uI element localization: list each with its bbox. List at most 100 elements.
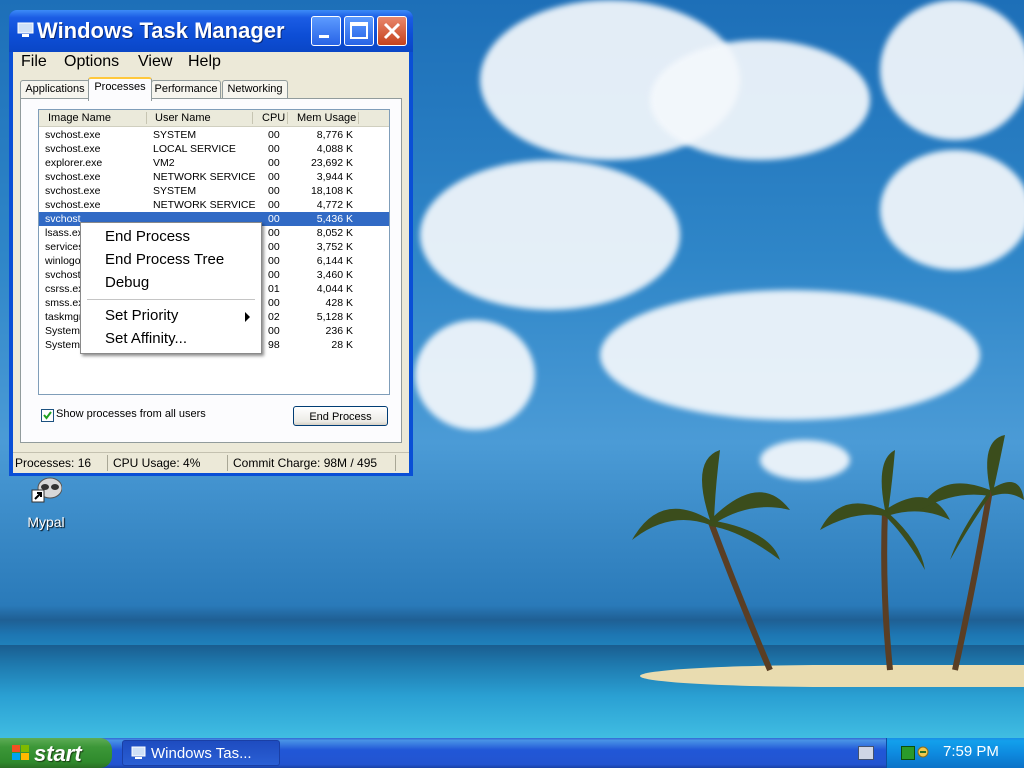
desktop-icon-mypal[interactable]: Mypal (14, 476, 78, 530)
cell-mem-usage: 4,772 K (316, 199, 353, 211)
cell-image-name: svchost.exe (45, 171, 101, 183)
column-header-mem-usage[interactable]: Mem Usage (297, 112, 356, 124)
menu-separator (87, 299, 255, 300)
cell-user-name: VM2 (153, 157, 175, 169)
cell-mem-usage: 3,944 K (316, 171, 353, 183)
windows-flag-icon (12, 745, 30, 761)
menu-bar: File Options View Help (13, 52, 409, 74)
cell-user-name: LOCAL SERVICE (153, 143, 236, 155)
maximize-icon (350, 22, 368, 39)
cell-image-name: svchost.exe (45, 143, 101, 155)
cloud (420, 160, 680, 310)
table-row[interactable]: explorer.exe VM2 00 23,692 K (39, 156, 389, 170)
cell-image-name: explorer.exe (45, 157, 103, 169)
table-row[interactable]: svchost.exe SYSTEM 00 8,776 K (39, 128, 389, 142)
checkmark-icon (43, 411, 52, 420)
start-button[interactable]: start (0, 738, 112, 768)
cell-image-name: services (45, 241, 84, 253)
tab-processes[interactable]: Processes (88, 77, 152, 101)
cell-mem-usage: 8,776 K (316, 129, 353, 141)
list-header: Image Name User Name CPU Mem Usage (39, 110, 389, 127)
maximize-button[interactable] (344, 16, 374, 46)
show-all-users-checkbox[interactable] (41, 409, 54, 422)
cell-user-name: SYSTEM (153, 185, 197, 197)
minimize-icon (319, 35, 329, 38)
context-menu: End Process End Process Tree Debug Set P… (80, 222, 262, 354)
cell-cpu: 00 (268, 255, 280, 267)
cell-cpu: 00 (268, 325, 280, 337)
cell-cpu: 98 (268, 339, 280, 351)
cell-mem-usage: 6,144 K (316, 255, 353, 267)
show-all-users-label[interactable]: Show processes from all users (56, 408, 206, 420)
cloud (600, 290, 980, 420)
cell-cpu: 00 (268, 199, 280, 211)
menu-view[interactable]: View (138, 53, 172, 71)
cell-cpu: 01 (268, 283, 280, 295)
cell-cpu: 00 (268, 227, 280, 239)
menu-options[interactable]: Options (64, 53, 119, 71)
menu-item-debug[interactable]: Debug (105, 274, 149, 291)
column-header-image-name[interactable]: Image Name (48, 112, 111, 124)
table-row[interactable]: svchost.exe LOCAL SERVICE 00 4,088 K (39, 142, 389, 156)
cell-image-name: svchost.exe (45, 129, 101, 141)
cell-cpu: 00 (268, 297, 280, 309)
end-process-button[interactable]: End Process (293, 406, 388, 426)
palm-trees (632, 435, 1024, 672)
cell-user-name: NETWORK SERVICE (153, 171, 256, 183)
close-icon (383, 22, 401, 40)
title-bar[interactable]: Windows Task Manager (9, 10, 413, 52)
menu-item-set-priority[interactable]: Set Priority (105, 307, 178, 324)
cell-image-name: smss.ex (45, 297, 84, 309)
taskbar-item-task-manager[interactable]: Windows Tas... (122, 740, 280, 766)
chevron-right-icon (245, 312, 250, 322)
cell-cpu: 00 (268, 185, 280, 197)
cell-cpu: 00 (268, 213, 280, 225)
start-label: start (34, 741, 82, 766)
tab-networking[interactable]: Networking (222, 80, 288, 99)
cell-mem-usage: 3,752 K (316, 241, 353, 253)
menu-item-end-process-tree[interactable]: End Process Tree (105, 251, 224, 268)
cell-image-name: taskmgr (45, 311, 83, 323)
network-icon[interactable] (901, 746, 915, 760)
cell-mem-usage: 23,692 K (310, 157, 353, 169)
cell-mem-usage: 8,052 K (316, 227, 353, 239)
menu-item-end-process[interactable]: End Process (105, 228, 190, 245)
clock: 7:59 PM (943, 743, 999, 760)
menu-help[interactable]: Help (188, 53, 221, 71)
close-button[interactable] (377, 16, 407, 46)
tab-performance[interactable]: Performance (151, 80, 221, 99)
desktop-icon-label: Mypal (27, 514, 65, 530)
cell-mem-usage: 236 K (325, 325, 353, 337)
menu-item-set-affinity[interactable]: Set Affinity... (105, 330, 187, 347)
table-row[interactable]: svchost.exe SYSTEM 00 18,108 K (39, 184, 389, 198)
cell-cpu: 00 (268, 143, 280, 155)
table-row[interactable]: svchost.exe NETWORK SERVICE 00 4,772 K (39, 198, 389, 212)
status-bar: Processes: 16 CPU Usage: 4% Commit Charg… (13, 452, 409, 473)
cloud (880, 150, 1024, 270)
cloud (415, 320, 535, 430)
cell-mem-usage: 4,088 K (316, 143, 353, 155)
cloud (880, 0, 1024, 140)
column-header-cpu[interactable]: CPU (262, 112, 285, 124)
keyboard-icon[interactable] (858, 746, 874, 760)
cell-user-name: SYSTEM (153, 129, 197, 141)
cell-image-name: System (45, 325, 81, 337)
raccoon-shortcut-icon (30, 476, 63, 508)
cell-cpu: 00 (268, 269, 280, 281)
cell-image-name: svchost (45, 213, 81, 225)
cell-image-name: svchost.exe (45, 199, 101, 211)
cell-mem-usage: 28 K (331, 339, 353, 351)
cell-image-name: lsass.ex (45, 227, 83, 239)
tab-applications[interactable]: Applications (20, 80, 90, 99)
taskbar: start Windows Tas... 7:59 PM (0, 738, 1024, 768)
system-tray: 7:59 PM (886, 738, 1024, 768)
menu-file[interactable]: File (21, 53, 47, 71)
minimize-button[interactable] (311, 16, 341, 46)
cell-cpu: 00 (268, 129, 280, 141)
update-icon[interactable] (917, 746, 929, 758)
window-title: Windows Task Manager (37, 18, 285, 43)
table-row[interactable]: svchost.exe NETWORK SERVICE 00 3,944 K (39, 170, 389, 184)
column-header-user-name[interactable]: User Name (155, 112, 211, 124)
computer-monitor-icon (131, 746, 147, 760)
cell-cpu: 02 (268, 311, 280, 323)
